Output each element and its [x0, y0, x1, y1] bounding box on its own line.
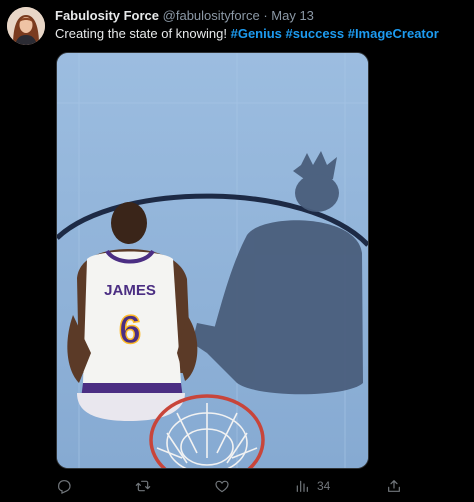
- retweet-button[interactable]: [135, 476, 151, 496]
- views-button[interactable]: 34: [294, 476, 330, 496]
- hashtag-success[interactable]: #success: [286, 26, 345, 41]
- author-handle[interactable]: @fabulosityforce: [163, 8, 260, 23]
- retweet-icon: [135, 480, 151, 492]
- share-icon: [388, 480, 400, 492]
- separator-dot: ·: [263, 8, 268, 23]
- views-icon: [296, 480, 308, 492]
- like-icon: [215, 480, 229, 493]
- tweet-text: Creating the state of knowing! #Genius #…: [55, 26, 439, 42]
- reply-button[interactable]: [56, 476, 72, 496]
- action-bar: 34: [0, 476, 474, 496]
- like-button[interactable]: [214, 476, 230, 496]
- avatar-image: [7, 7, 45, 45]
- jersey-number: 6: [119, 308, 141, 352]
- tweet-card[interactable]: Fabulosity Force @fabulosityforce · May …: [0, 0, 474, 502]
- tweet-header: Fabulosity Force @fabulosityforce · May …: [55, 8, 314, 24]
- views-count: 34: [317, 479, 331, 493]
- jersey-name: JAMES: [104, 282, 156, 299]
- tweet-text-body: Creating the state of knowing!: [55, 26, 231, 41]
- hashtag-imagecreator[interactable]: #ImageCreator: [348, 26, 439, 41]
- tweet-media-image[interactable]: JAMES 6: [56, 52, 369, 469]
- basketball-court-illustration: JAMES 6: [57, 53, 368, 468]
- share-button[interactable]: [386, 476, 402, 496]
- hashtag-genius[interactable]: #Genius: [231, 26, 282, 41]
- reply-icon: [58, 480, 71, 494]
- tweet-date[interactable]: May 13: [271, 8, 314, 23]
- author-name[interactable]: Fabulosity Force: [55, 8, 159, 23]
- avatar[interactable]: [7, 7, 45, 45]
